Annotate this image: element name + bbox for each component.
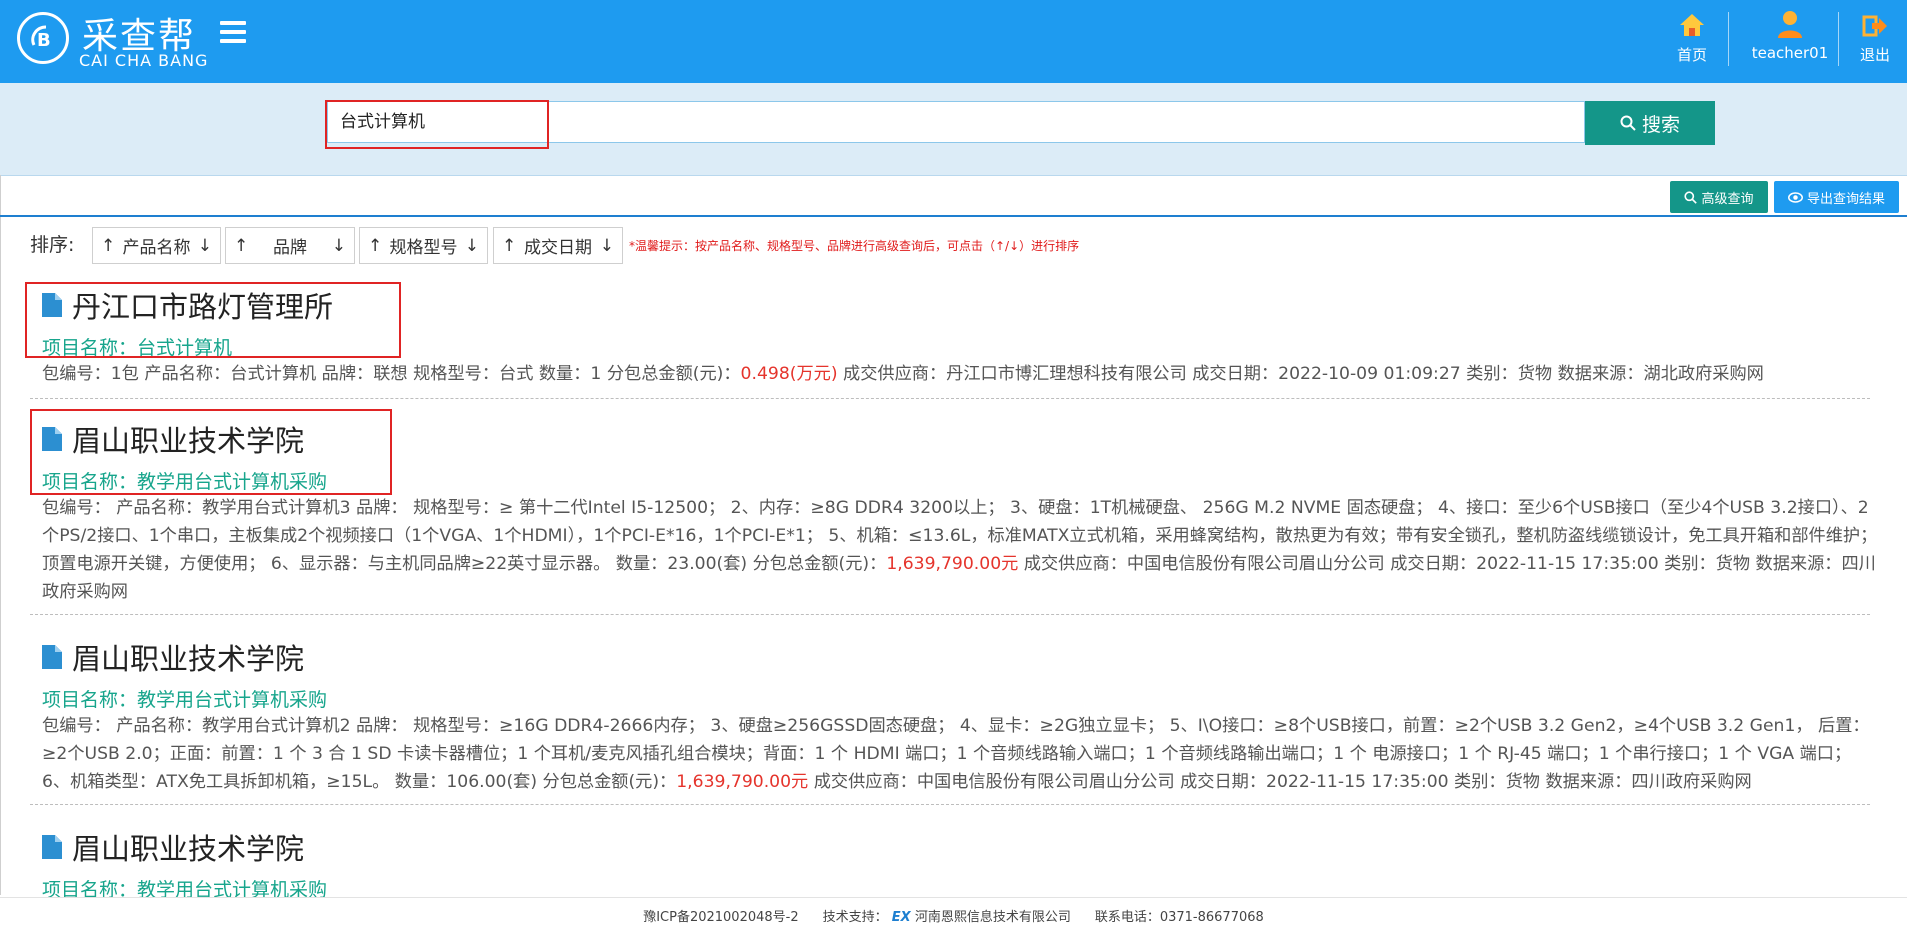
result-title[interactable]: 眉山职业技术学院 (72, 418, 304, 460)
search-icon (1684, 190, 1698, 204)
company-logo-icon: EX (891, 910, 911, 925)
divider (30, 614, 1870, 615)
sort-button-label: 品牌 (273, 238, 307, 258)
sort-button-label: 产品名称 (122, 238, 191, 258)
details-text: 包编号：1包 产品名称：台式计算机 品牌：联想 规格型号：台式 数量：1 分包总… (42, 364, 741, 384)
logo-icon: B (17, 12, 69, 64)
search-button-label: 搜索 (1641, 114, 1680, 136)
export-results-label: 导出查询结果 (1806, 190, 1885, 206)
tech-support-label: 技术支持： (822, 910, 888, 925)
nav-home[interactable]: 首页 (1672, 10, 1712, 65)
advanced-search-button[interactable]: 高级查询 (1670, 181, 1768, 213)
icp-record[interactable]: 豫ICP备2021002048号-2 (643, 906, 798, 925)
nav-divider (1728, 12, 1729, 66)
result-project-name[interactable]: 项目名称：教学用台式计算机采购 (42, 467, 327, 494)
arrow-down-icon: ↓ (331, 235, 346, 256)
result-title[interactable]: 眉山职业技术学院 (72, 636, 304, 678)
sort-button-brand[interactable]: ↑ 品牌 ↓ (225, 227, 355, 264)
amount: 0.498(万元) (740, 364, 838, 384)
arrow-down-icon: ↓ (599, 235, 614, 256)
sort-button-product[interactable]: ↑ 产品名称 ↓ (92, 227, 221, 264)
document-icon (42, 645, 62, 669)
result-item: 眉山职业技术学院 项目名称：教学用台式计算机采购 (30, 822, 1880, 901)
divider (0, 175, 1907, 176)
result-project-name[interactable]: 项目名称：教学用台式计算机采购 (42, 685, 327, 712)
document-icon (42, 835, 62, 859)
logout-icon (1857, 10, 1893, 38)
top-header: B 采查帮 CAI CHA BANG 首页 teacher01 退出 (0, 0, 1907, 83)
search-icon (1620, 115, 1636, 131)
document-icon (42, 427, 62, 451)
result-item: 丹江口市路灯管理所 项目名称：台式计算机 包编号：1包 产品名称：台式计算机 品… (30, 280, 1880, 400)
result-details: 包编号： 产品名称：教学用台式计算机3 品牌： 规格型号：≥ 第十二代Intel… (42, 494, 1882, 606)
sort-button-label: 成交日期 (524, 238, 592, 258)
sort-button-model[interactable]: ↑ 规格型号 ↓ (359, 227, 488, 264)
home-icon (1672, 10, 1712, 38)
search-button[interactable]: 搜索 (1585, 101, 1715, 145)
advanced-search-label: 高级查询 (1701, 190, 1754, 206)
nav-logout-label: 退出 (1859, 46, 1890, 64)
user-icon (1742, 10, 1838, 38)
details-text: 成交供应商：中国电信股份有限公司眉山分公司 成交日期：2022-11-15 17… (808, 772, 1752, 792)
search-input[interactable]: 台式计算机 (327, 101, 1585, 143)
result-details: 包编号：1包 产品名称：台式计算机 品牌：联想 规格型号：台式 数量：1 分包总… (42, 360, 1882, 388)
page-footer: 豫ICP备2021002048号-2 技术支持： EX 河南恩熙信息技术有限公司… (0, 897, 1907, 933)
result-title[interactable]: 丹江口市路灯管理所 (72, 284, 333, 326)
sort-label: 排序: (30, 234, 75, 256)
search-area: 台式计算机 搜索 (0, 83, 1907, 175)
nav-divider (1838, 12, 1839, 66)
sort-button-label: 规格型号 (389, 238, 458, 258)
contact-phone: 联系电话：0371-86677068 (1094, 910, 1264, 925)
nav-logout[interactable]: 退出 (1857, 10, 1893, 65)
result-project-name[interactable]: 项目名称：台式计算机 (42, 333, 232, 360)
nav-user-label: teacher01 (1751, 44, 1829, 62)
nav-user[interactable]: teacher01 (1742, 10, 1838, 62)
arrow-up-icon: ↑ (234, 235, 249, 256)
divider (0, 215, 1907, 217)
result-item: 眉山职业技术学院 项目名称：教学用台式计算机采购 包编号： 产品名称：教学用台式… (30, 414, 1880, 604)
tech-support: 技术支持： EX 河南恩熙信息技术有限公司 (823, 906, 1071, 925)
divider (30, 398, 1870, 399)
arrow-up-icon: ↑ (502, 235, 517, 256)
arrow-down-icon: ↓ (464, 235, 479, 256)
document-icon (42, 293, 62, 317)
amount: 1,639,790.00元 (886, 554, 1019, 574)
menu-toggle-icon[interactable] (220, 21, 246, 47)
export-results-button[interactable]: 导出查询结果 (1774, 181, 1899, 213)
arrow-down-icon: ↓ (197, 235, 212, 256)
nav-home-label: 首页 (1676, 46, 1707, 64)
divider (0, 175, 1, 895)
eye-icon (1787, 191, 1803, 203)
result-item: 眉山职业技术学院 项目名称：教学用台式计算机采购 包编号： 产品名称：教学用台式… (30, 632, 1880, 802)
divider (30, 804, 1870, 805)
sort-button-date[interactable]: ↑ 成交日期 ↓ (493, 227, 623, 264)
sort-hint: *温馨提示：按产品名称、规格型号、品牌进行高级查询后，可点击（↑/↓）进行排序 (629, 239, 1080, 253)
amount: 1,639,790.00元 (676, 772, 809, 792)
arrow-up-icon: ↑ (368, 235, 383, 256)
logo-subtitle: CAI CHA BANG (79, 51, 209, 70)
details-text: 成交供应商：丹江口市博汇理想科技有限公司 成交日期：2022-10-09 01:… (837, 364, 1764, 384)
arrow-up-icon: ↑ (101, 235, 116, 256)
tech-support-company: 河南恩熙信息技术有限公司 (914, 910, 1071, 925)
svg-text:B: B (37, 30, 51, 51)
result-title[interactable]: 眉山职业技术学院 (72, 826, 304, 868)
result-details: 包编号： 产品名称：教学用台式计算机2 品牌： 规格型号：≥16G DDR4-2… (42, 712, 1882, 796)
